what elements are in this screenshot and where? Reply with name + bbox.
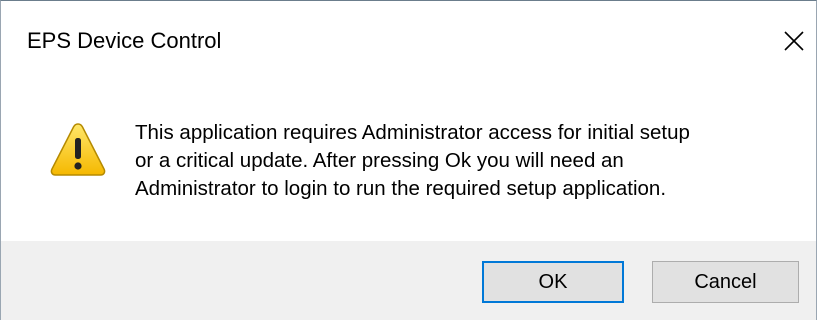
warning-icon: [50, 123, 106, 176]
message-line-2: or a critical update. After pressing Ok …: [135, 149, 624, 172]
window-title: EPS Device Control: [27, 28, 222, 53]
message-line-3: Administrator to login to run the requir…: [135, 177, 667, 200]
button-bar: OK Cancel: [1, 241, 816, 320]
dialog-content: This application requires Administrator …: [1, 79, 816, 241]
close-button[interactable]: [774, 13, 814, 63]
message-line-1: This application requires Administrator …: [135, 121, 690, 144]
close-icon: [784, 31, 804, 51]
cancel-button[interactable]: Cancel: [652, 261, 799, 303]
message-dialog: EPS Device Control This application requ…: [0, 0, 817, 320]
title-bar[interactable]: EPS Device Control: [1, 1, 816, 79]
dialog-message: This application requires Administrator …: [135, 119, 795, 203]
ok-button[interactable]: OK: [482, 261, 624, 303]
